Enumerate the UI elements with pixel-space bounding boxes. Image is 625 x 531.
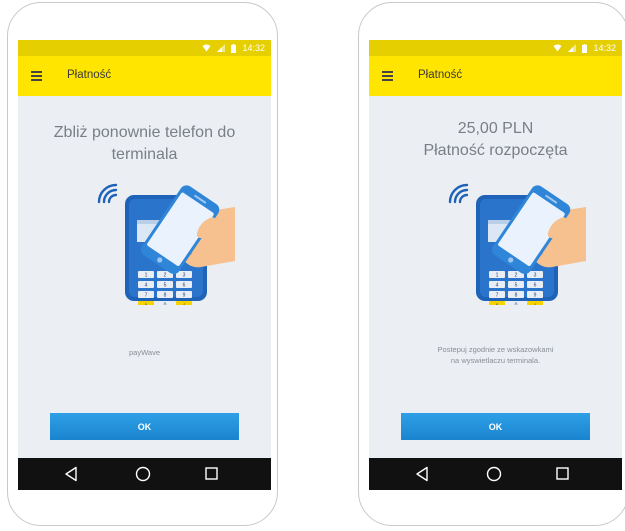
status-bar: 14:32 (369, 40, 622, 56)
svg-text:1: 1 (145, 273, 148, 279)
svg-text:✓: ✓ (533, 303, 537, 306)
navigation-bar (369, 458, 622, 490)
svg-text:×: × (496, 303, 499, 306)
app-bar: Płatność (18, 56, 271, 96)
battery-icon (231, 43, 237, 53)
navigation-bar (18, 458, 271, 490)
instruction-text: na wyswietlaczu terminala. (450, 356, 541, 365)
nfc-signal-icon (448, 183, 469, 204)
home-icon[interactable] (135, 466, 151, 482)
ok-button[interactable]: OK (401, 413, 590, 440)
svg-text:5: 5 (515, 283, 518, 289)
svg-text:0: 0 (515, 303, 518, 306)
svg-text:7: 7 (145, 293, 148, 299)
status-time: 14:32 (593, 43, 616, 53)
ok-button[interactable]: OK (50, 413, 239, 440)
svg-text:6: 6 (534, 283, 537, 289)
app-title: Płatność (67, 69, 112, 81)
svg-text:2: 2 (164, 273, 167, 279)
wifi-icon (202, 44, 211, 52)
headline-line: 25,00 PLN (457, 120, 534, 137)
svg-text:5: 5 (164, 283, 167, 289)
app-title: Płatność (418, 69, 463, 81)
svg-text:8: 8 (515, 293, 518, 299)
svg-text:3: 3 (183, 273, 186, 279)
wifi-icon (553, 44, 562, 52)
nfc-payment-illustration: 1 2 3 4 5 6 7 8 9 × 0 ✓ (97, 183, 235, 309)
svg-text:2: 2 (515, 273, 518, 279)
menu-icon[interactable] (382, 71, 393, 81)
phone-screen: 14:32 Płatność 25,00 PLN Płatność rozpocz… (369, 40, 622, 490)
svg-text:4: 4 (145, 283, 148, 289)
back-icon[interactable] (415, 466, 429, 482)
recent-apps-icon[interactable] (556, 467, 569, 480)
back-icon[interactable] (64, 466, 78, 482)
cell-signal-icon (568, 44, 577, 52)
instruction-text: Postepuj zgodnie ze wskazowkami (437, 345, 554, 354)
svg-text:9: 9 (183, 293, 186, 299)
headline-line: terminala (111, 146, 178, 163)
phone-frame: 14:32 Płatność Zbliż ponownie telefon do… (7, 2, 278, 526)
instruction-text: payWave (129, 348, 160, 357)
svg-text:9: 9 (534, 293, 537, 299)
cell-signal-icon (217, 44, 226, 52)
phone-screen: 14:32 Płatność Zbliż ponownie telefon do… (18, 40, 271, 490)
headline-line: Zbliż ponownie telefon do (53, 124, 236, 141)
svg-text:✓: ✓ (182, 303, 186, 306)
nfc-payment-illustration: 1 2 3 4 5 6 7 8 9 × 0 ✓ (448, 183, 586, 309)
status-bar: 14:32 (18, 40, 271, 56)
nfc-signal-icon (97, 183, 118, 204)
svg-text:8: 8 (164, 293, 167, 299)
phone-frame: 14:32 Płatność 25,00 PLN Płatność rozpocz… (358, 2, 625, 526)
battery-icon (582, 43, 588, 53)
svg-text:3: 3 (534, 273, 537, 279)
svg-text:0: 0 (164, 303, 167, 306)
svg-text:4: 4 (496, 283, 499, 289)
svg-text:1: 1 (496, 273, 499, 279)
svg-text:6: 6 (183, 283, 186, 289)
svg-text:7: 7 (496, 293, 499, 299)
home-icon[interactable] (486, 466, 502, 482)
app-bar: Płatność (369, 56, 622, 96)
recent-apps-icon[interactable] (205, 467, 218, 480)
headline-line: Płatność rozpoczęta (423, 142, 568, 159)
svg-text:×: × (145, 303, 148, 306)
status-time: 14:32 (242, 43, 265, 53)
menu-icon[interactable] (31, 71, 42, 81)
